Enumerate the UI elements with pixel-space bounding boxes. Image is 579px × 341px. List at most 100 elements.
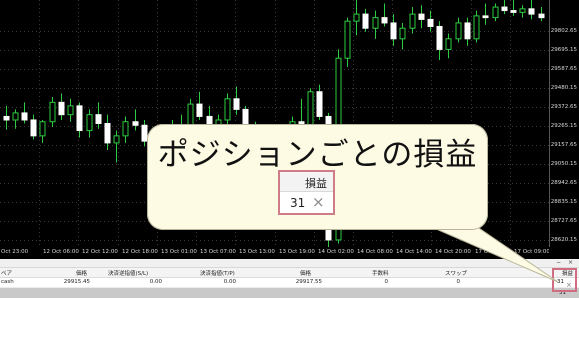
candle-body	[95, 114, 102, 125]
candle-body	[399, 27, 406, 40]
time-tick-label: 13 Oct 13:00	[239, 249, 275, 255]
row-price-2: 29917.55	[295, 279, 322, 285]
candle-body	[538, 13, 545, 19]
time-tick-label: 14 Oct 14:00	[396, 249, 432, 255]
time-tick-label: 13 Oct 19:00	[279, 249, 315, 255]
candle-body	[58, 101, 65, 116]
row-take-profit[interactable]: 0.00	[212, 279, 236, 285]
header-commission[interactable]: 手数料	[372, 269, 389, 277]
candle-body	[86, 114, 93, 132]
time-axis: Oct 23:00 12 Oct 06:00 12 Oct 12:00 12 Oct …	[0, 247, 550, 259]
price-tick-label: 29480.15	[550, 85, 577, 92]
axis-corner	[549, 247, 579, 259]
candle-body	[418, 13, 425, 20]
candle-body	[390, 22, 397, 40]
candle-body	[233, 98, 240, 110]
candle-body	[30, 119, 37, 137]
price-tick-label: 28620.15	[550, 236, 577, 243]
zoomed-profit-value: 31	[290, 196, 306, 210]
candle-body	[409, 13, 416, 29]
candle-body	[12, 112, 19, 121]
time-tick-label: 17 Oct 09:00	[514, 249, 550, 255]
candle-body	[372, 17, 379, 29]
candle-body	[344, 20, 351, 59]
candle-body	[49, 101, 56, 123]
candle-body	[362, 13, 369, 29]
minimize-button[interactable]: −	[556, 259, 561, 266]
price-tick-label: 29802.65	[550, 28, 577, 35]
candle-body	[3, 115, 10, 121]
time-tick-label: 13 Oct 01:00	[161, 249, 197, 255]
candle-body	[353, 13, 360, 22]
candle-body	[473, 15, 480, 40]
zoomed-profit-header: 損益	[280, 172, 333, 192]
price-tick-label: 28942.65	[550, 180, 577, 187]
row-stop-loss[interactable]: 0.00	[138, 279, 162, 285]
header-price-2[interactable]: 価格	[300, 269, 311, 277]
row-pair: cash	[1, 279, 14, 285]
price-tick-label: 28835.15	[550, 198, 577, 205]
header-swap[interactable]: スワップ	[445, 269, 467, 277]
time-tick-label: Oct 23:00	[1, 249, 29, 255]
total-row: 31	[0, 288, 579, 298]
time-tick-label: 17 Oct 03:00	[475, 249, 511, 255]
candle-body	[316, 91, 323, 117]
candle-body	[482, 15, 489, 19]
price-tick-label: 29587.65	[550, 66, 577, 73]
candle-body	[492, 6, 499, 19]
candle-body	[104, 123, 111, 144]
close-panel-button[interactable]: ×	[568, 259, 573, 266]
price-axis: 29802.65 29695.15 29587.65 29480.15 29372.65…	[549, 0, 579, 247]
candle-body	[464, 22, 471, 40]
candle-body	[519, 8, 526, 13]
candle-body	[528, 8, 535, 15]
candle-body	[76, 105, 83, 132]
time-tick-label: 14 Oct 02:00	[318, 249, 354, 255]
row-commission: 0	[384, 279, 389, 285]
positions-header-row: ペア 価格 決済逆指値(S/L) 決済指値(T/P) 価格 手数料 スワップ 損…	[0, 268, 579, 278]
price-tick-label: 29372.65	[550, 104, 577, 111]
price-tick-label: 29265.15	[550, 123, 577, 130]
header-stop-loss[interactable]: 決済逆指値(S/L)	[108, 269, 148, 277]
candle-body	[39, 121, 46, 137]
price-tick-label: 28727.65	[550, 217, 577, 224]
price-tick-label: 29157.65	[550, 142, 577, 149]
header-pair[interactable]: ペア	[1, 269, 12, 277]
candle-body	[67, 105, 74, 116]
candle-body	[445, 38, 452, 50]
time-tick-label: 12 Oct 06:00	[43, 249, 79, 255]
candle-body	[21, 112, 28, 121]
callout-bubble: ポジションごとの損益 損益 31 ×	[147, 124, 488, 230]
zoomed-profit-header-label: 損益	[305, 177, 327, 190]
candle-body	[427, 18, 434, 27]
candle-body	[113, 135, 120, 144]
time-tick-label: 12 Oct 18:00	[122, 249, 158, 255]
position-row[interactable]: cash 29915.45 0.00 0.00 29917.55 0 0 31	[0, 278, 579, 288]
candle-body	[132, 121, 139, 126]
candle-body	[381, 17, 388, 24]
candle-body	[501, 6, 508, 12]
profit-highlight-box	[552, 268, 577, 292]
header-price[interactable]: 価格	[76, 269, 87, 277]
callout-title: ポジションごとの損益	[157, 137, 478, 173]
row-price: 29915.45	[63, 279, 90, 285]
panel-toolbar: − ×	[0, 259, 579, 268]
row-swap: 0	[456, 279, 461, 285]
close-position-icon[interactable]: ×	[566, 281, 572, 289]
candle-body	[196, 103, 203, 117]
time-tick-label: 13 Oct 07:00	[200, 249, 236, 255]
header-take-profit[interactable]: 決済指値(T/P)	[200, 269, 235, 277]
price-tick-label: 29050.15	[550, 161, 577, 168]
zoomed-profit-cell: 損益 31 ×	[278, 170, 335, 215]
candle-body	[455, 22, 462, 40]
terminal-panel: − × ペア 価格 決済逆指値(S/L) 決済指値(T/P) 価格 手数料 スワ…	[0, 259, 579, 341]
time-tick-label: 12 Oct 12:00	[82, 249, 118, 255]
candle-body	[224, 98, 231, 121]
candle-body	[510, 10, 517, 13]
candle-body	[436, 25, 443, 50]
price-tick-label: 29695.15	[550, 47, 577, 54]
time-tick-label: 14 Oct 20:00	[435, 249, 471, 255]
candle-body	[122, 121, 129, 137]
time-tick-label: 14 Oct 08:00	[357, 249, 393, 255]
close-icon[interactable]: ×	[312, 193, 325, 211]
